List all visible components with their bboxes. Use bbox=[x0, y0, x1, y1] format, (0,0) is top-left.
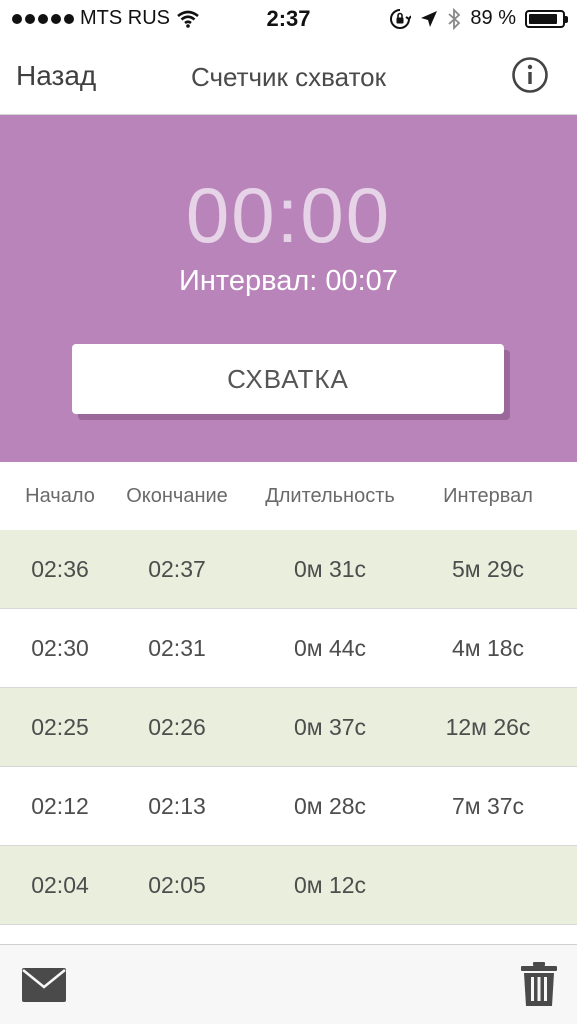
cell-end: 02:13 bbox=[148, 793, 206, 819]
info-icon[interactable] bbox=[511, 56, 549, 94]
header-duration: Длительность bbox=[265, 485, 395, 507]
cell-start: 02:04 bbox=[31, 872, 89, 898]
table-row[interactable]: 02:04 02:05 0м 12с bbox=[0, 846, 577, 925]
mail-icon[interactable] bbox=[22, 968, 66, 1002]
table-row[interactable]: 02:30 02:31 0м 44с 4м 18с bbox=[0, 609, 577, 688]
battery-icon bbox=[525, 9, 568, 28]
cell-end: 02:31 bbox=[148, 635, 206, 661]
cell-duration: 0м 44с bbox=[293, 635, 367, 661]
table-row[interactable]: 02:12 02:13 0м 28с 7м 37с bbox=[0, 767, 577, 846]
timer-panel: 00:00 Интервал: 00:07 СХВАТКА bbox=[0, 115, 577, 462]
table-row[interactable]: 02:36 02:37 0м 31с 5м 29с bbox=[0, 530, 577, 609]
cell-interval: 5м 29с bbox=[451, 556, 525, 582]
status-right: 89 % bbox=[389, 7, 568, 30]
cell-start: 02:25 bbox=[31, 714, 89, 740]
trash-icon[interactable] bbox=[521, 962, 557, 1006]
interval-label: Интервал: 00:07 bbox=[179, 265, 398, 297]
cell-start: 02:36 bbox=[31, 556, 89, 582]
cell-interval: 12м 26с bbox=[445, 714, 531, 740]
table-row[interactable]: 02:25 02:26 0м 37с 12м 26с bbox=[0, 688, 577, 767]
cell-start: 02:30 bbox=[31, 635, 89, 661]
timer-display: 00:00 bbox=[185, 171, 392, 259]
header-start: Начало bbox=[25, 485, 95, 507]
bottom-toolbar bbox=[0, 944, 577, 1024]
cell-duration: 0м 31с bbox=[293, 556, 367, 582]
page-title: Счетчик схваток bbox=[190, 62, 387, 92]
header-end: Окончание bbox=[126, 485, 228, 507]
bluetooth-icon bbox=[448, 7, 461, 30]
cell-end: 02:37 bbox=[148, 556, 206, 582]
navigation-bar: Назад Счетчик схваток bbox=[0, 38, 577, 115]
cell-end: 02:05 bbox=[148, 872, 206, 898]
battery-percent: 89 % bbox=[470, 7, 516, 29]
cell-duration: 0м 12с bbox=[293, 872, 367, 898]
contraction-button[interactable]: СХВАТКА bbox=[72, 344, 504, 414]
header-interval: Интервал bbox=[443, 485, 533, 507]
cell-end: 02:26 bbox=[148, 714, 206, 740]
location-arrow-icon bbox=[421, 10, 438, 27]
table-header: Начало Окончание Длительность Интервал bbox=[0, 462, 577, 530]
battery-fill bbox=[529, 13, 558, 24]
cell-interval: 4м 18с bbox=[451, 635, 525, 661]
cell-duration: 0м 37с bbox=[293, 714, 367, 740]
cell-start: 02:12 bbox=[31, 793, 89, 819]
cell-duration: 0м 28с bbox=[293, 793, 367, 819]
status-bar: MTS RUS 2:37 89 % bbox=[0, 0, 577, 38]
rotation-lock-icon bbox=[390, 8, 412, 29]
contractions-table: 02:36 02:37 0м 31с 5м 29с 02:30 02:31 0м… bbox=[0, 530, 577, 925]
cell-interval: 7м 37с bbox=[451, 793, 525, 819]
